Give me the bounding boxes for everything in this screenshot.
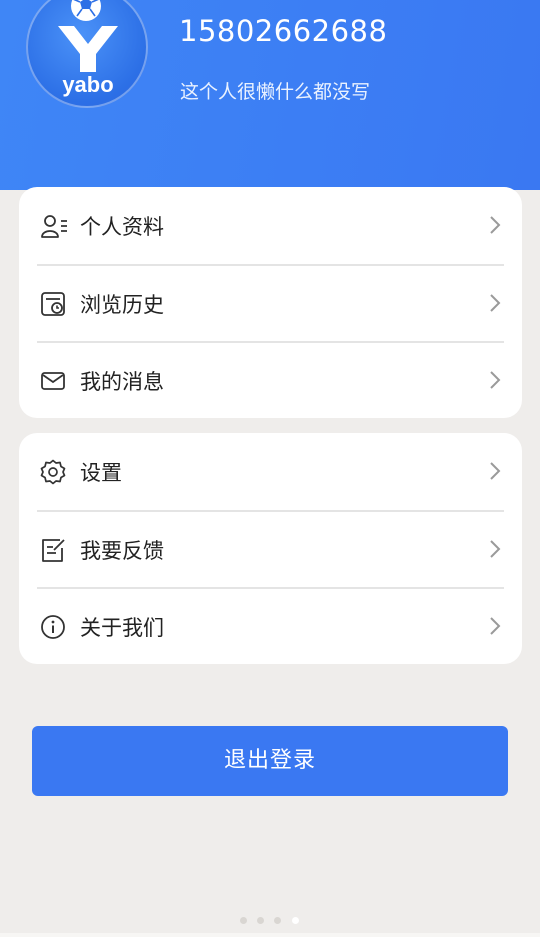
avatar[interactable]: yabo (26, 0, 148, 108)
info-icon (41, 615, 65, 639)
menu-item-messages[interactable]: 我的消息 (19, 342, 522, 419)
history-icon (41, 292, 65, 316)
phone-number: 15802662688 (179, 14, 388, 48)
chevron-right-icon (490, 371, 501, 389)
chevron-right-icon (490, 294, 501, 312)
page-dot (240, 917, 247, 924)
chevron-right-icon (490, 540, 501, 558)
menu-card-2: 设置 我要反馈 关于我们 (19, 433, 522, 664)
page-dot-active (292, 917, 299, 924)
user-profile-icon (41, 215, 67, 238)
menu-item-label: 关于我们 (80, 616, 164, 640)
chevron-right-icon (490, 462, 501, 480)
logout-button[interactable]: 退出登录 (32, 726, 508, 796)
page-dot (257, 917, 264, 924)
menu-item-label: 设置 (80, 461, 122, 485)
profile-bio: 这个人很懒什么都没写 (180, 81, 371, 103)
avatar-logo-text: yabo (62, 72, 113, 97)
feedback-icon (42, 539, 65, 562)
menu-item-label: 我要反馈 (80, 539, 164, 563)
menu-item-profile[interactable]: 个人资料 (19, 187, 522, 264)
menu-card-1: 个人资料 浏览历史 我的消息 (19, 187, 522, 418)
chevron-right-icon (490, 216, 501, 234)
profile-header: yabo 15802662688 这个人很懒什么都没写 (0, 0, 540, 190)
menu-item-settings[interactable]: 设置 (19, 433, 522, 510)
yabo-logo-icon: yabo (58, 0, 118, 97)
menu-item-history[interactable]: 浏览历史 (19, 265, 522, 342)
bottom-bar (0, 933, 540, 937)
chevron-right-icon (490, 617, 501, 635)
page-indicator (240, 917, 304, 925)
menu-item-about[interactable]: 关于我们 (19, 588, 522, 665)
mail-icon (41, 372, 65, 390)
gear-icon (40, 459, 66, 485)
menu-item-label: 浏览历史 (80, 293, 164, 317)
menu-item-label: 我的消息 (80, 370, 164, 394)
menu-item-label: 个人资料 (80, 215, 164, 239)
menu-item-feedback[interactable]: 我要反馈 (19, 511, 522, 588)
page-dot (274, 917, 281, 924)
